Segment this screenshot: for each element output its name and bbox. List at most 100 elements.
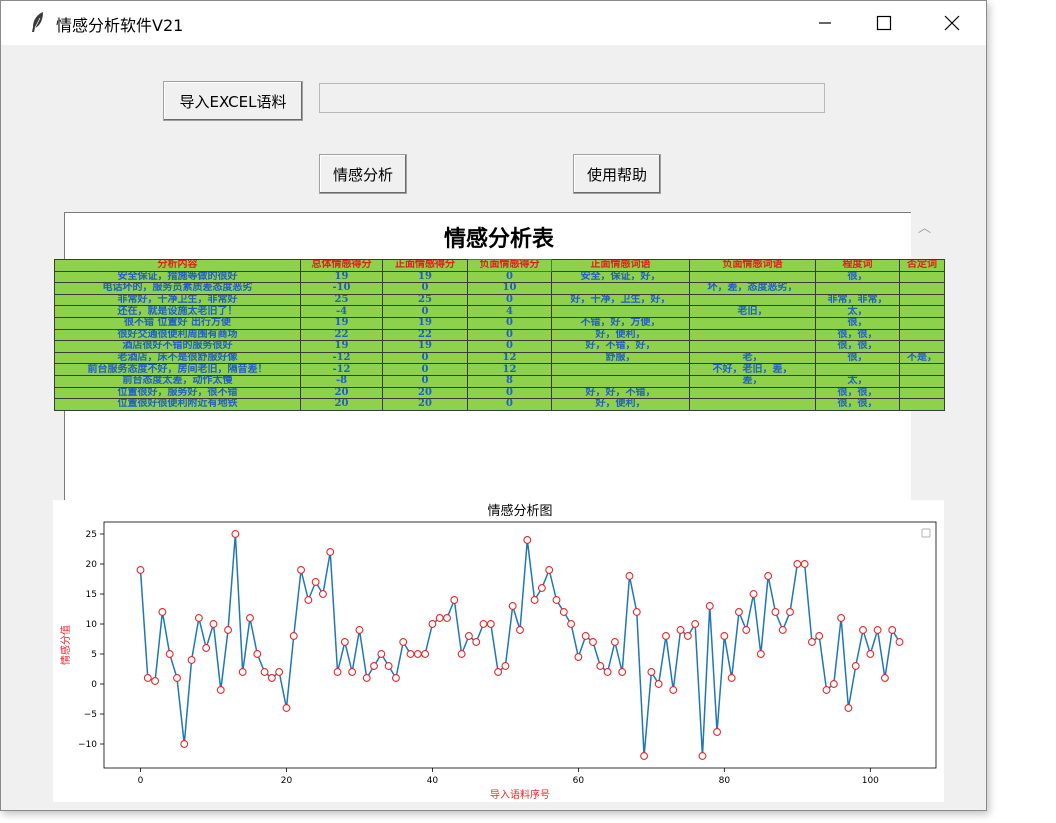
data-point [895, 638, 904, 646]
table-cell [689, 328, 816, 342]
x-tick-label: 40 [427, 776, 439, 786]
table-cell: 位置很好，服务好，很不错 [54, 386, 301, 400]
table-cell [899, 270, 945, 284]
table-cell: 0 [467, 398, 552, 411]
table-row: 很不错 位置好 出行方便 19 19 0 不错，好，方便， 很， [54, 316, 945, 330]
table-cell: 舒服， [551, 351, 690, 365]
table-cell: 好，便利， [551, 328, 690, 342]
table-cell [689, 386, 816, 400]
maximize-button[interactable] [861, 1, 907, 45]
data-point [443, 614, 451, 622]
data-point [377, 650, 386, 658]
y-tick-label: 0 [91, 680, 97, 690]
table-cell [899, 340, 945, 353]
data-point [793, 560, 802, 568]
file-path-input[interactable] [319, 83, 825, 113]
data-point [391, 674, 400, 682]
data-point [289, 632, 298, 640]
table-cell: 安全保证，措施等做的很好 [54, 270, 301, 284]
data-point [260, 668, 269, 676]
table-cell: 很好交通很便利周围有商场 [54, 328, 301, 342]
y-tick-label: 5 [91, 650, 97, 660]
legend-box [921, 528, 931, 538]
table-cell: 老酒店，床不是很舒服好像 [54, 351, 301, 365]
data-point [479, 620, 488, 628]
table-cell: 坏，差，态度恶劣， [689, 282, 816, 295]
table-cell: 19 [382, 270, 468, 284]
data-point [822, 686, 831, 694]
analysis-table: 分析内容 总体情感得分 正面情感得分 负面情感得分 正面情感词语 负面情感词语 … [54, 259, 945, 411]
table-row: 电话坏的，服务员素质差态度恶劣 -10 0 10 坏，差，态度恶劣， [54, 282, 945, 295]
table-cell: 不是， [899, 351, 945, 365]
table-cell: 很， [815, 270, 900, 284]
table-row: 位置很好，服务好，很不错 20 20 0 好，好，不错， 很，很， [54, 386, 945, 400]
x-tick-label: 80 [719, 776, 731, 786]
table-cell: 前台服务态度不好，房间老旧，隔音差！ [54, 363, 301, 376]
table-cell: 很， [815, 316, 900, 330]
column-header: 总体情感得分 [300, 259, 383, 272]
column-header: 负面情感得分 [467, 259, 552, 272]
data-point [202, 644, 211, 652]
data-point [399, 638, 408, 646]
data-point [224, 626, 233, 634]
data-point [581, 632, 590, 640]
table-cell [899, 328, 945, 342]
data-point [311, 578, 320, 586]
table-cell: 太， [815, 305, 900, 318]
analyze-button[interactable]: 情感分析 [319, 154, 407, 194]
table-cell [689, 316, 816, 330]
data-point [253, 650, 262, 658]
table-cell: 25 [382, 293, 468, 307]
import-excel-button[interactable]: 导入EXCEL语料 [163, 81, 303, 121]
table-cell: 前台态度太差，动作太慢 [54, 374, 301, 388]
data-point [450, 596, 459, 604]
help-button[interactable]: 使用帮助 [573, 154, 661, 194]
table-cell: 很， [815, 351, 900, 365]
x-axis-label: 导入语料序号 [490, 788, 550, 801]
data-point [136, 566, 145, 574]
table-row: 还在，就是设施太老旧了！ -4 0 4 老旧， 太， [54, 305, 945, 318]
table-cell: -4 [300, 305, 383, 318]
table-cell: -8 [300, 374, 383, 388]
table-cell: 12 [467, 351, 552, 365]
data-point [596, 662, 605, 670]
data-point [267, 674, 276, 682]
data-point [384, 662, 393, 670]
table-cell: 20 [382, 398, 468, 411]
table-cell: 0 [382, 305, 468, 318]
data-point [618, 668, 627, 676]
data-point [275, 668, 284, 676]
table-cell [815, 363, 900, 376]
column-header: 正面情感得分 [382, 259, 468, 272]
table-cell: 12 [467, 363, 552, 376]
data-point [501, 662, 510, 670]
data-point [151, 677, 160, 685]
table-cell: 0 [382, 374, 468, 388]
data-point [713, 728, 722, 736]
data-point [654, 680, 663, 688]
table-cell: 太， [815, 374, 900, 388]
data-point [216, 686, 225, 694]
data-point [676, 626, 685, 634]
chart-title: 情感分析图 [487, 503, 552, 519]
data-point [165, 650, 174, 658]
table-cell: 25 [300, 293, 383, 307]
data-point [552, 596, 561, 604]
window-title: 情感分析软件V21 [56, 16, 184, 35]
data-point [246, 614, 254, 622]
table-cell [689, 398, 816, 411]
data-point [807, 638, 816, 646]
column-header: 分析内容 [54, 259, 301, 272]
data-point [362, 674, 371, 682]
close-button[interactable] [929, 1, 975, 45]
data-point [238, 668, 247, 676]
table-cell: 位置很好很便利附近有地铁 [54, 398, 301, 411]
data-point [866, 650, 875, 658]
table-cell [899, 282, 945, 295]
x-tick-label: 20 [281, 776, 293, 786]
table-cell: 19 [382, 340, 468, 353]
table-cell [899, 386, 945, 400]
table-cell: 非常，非常， [815, 293, 900, 307]
table-cell [689, 270, 816, 284]
minimize-button[interactable] [802, 1, 848, 45]
